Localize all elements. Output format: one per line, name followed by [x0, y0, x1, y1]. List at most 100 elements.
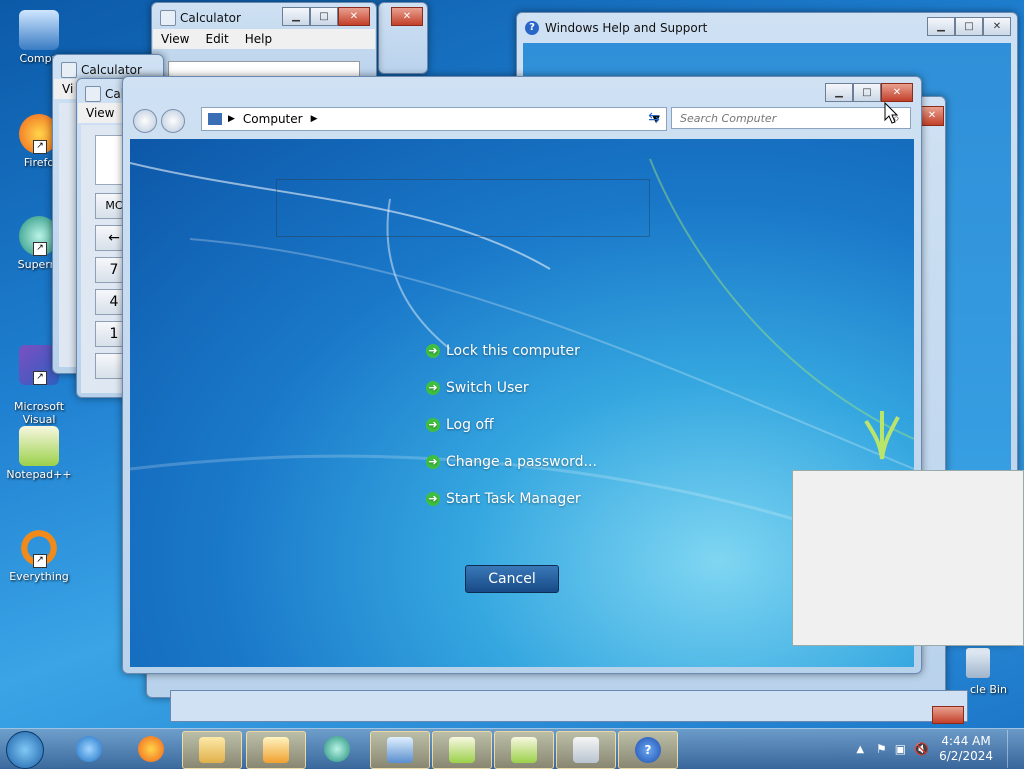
mouse-cursor-icon: [884, 102, 898, 124]
close-button[interactable]: ✕: [391, 7, 423, 26]
caption-buttons: ▁ □ ✕: [825, 83, 913, 102]
option-label: Start Task Manager: [446, 491, 581, 507]
supermium-icon: [324, 736, 350, 762]
help-icon: ?: [635, 737, 661, 763]
minimize-button[interactable]: ▁: [282, 7, 310, 26]
computer-icon: [19, 10, 59, 50]
taskbar-calculator[interactable]: [556, 731, 616, 769]
firefox-icon: [138, 736, 164, 762]
desktop-icon-label: Everything: [9, 570, 69, 583]
taskbar-notepadpp-2[interactable]: [494, 731, 554, 769]
close-button[interactable]: [932, 706, 964, 724]
calculator-window[interactable]: Calculator ▁ □ ✕ View Edit Help: [151, 2, 377, 84]
change-password-option[interactable]: ➜ Change a password...: [426, 454, 597, 470]
plant-logo: [862, 401, 902, 461]
user-tile-placeholder: [276, 179, 650, 237]
option-label: Switch User: [446, 380, 529, 396]
taskbar-firefox[interactable]: [122, 731, 180, 767]
option-label: Lock this computer: [446, 343, 580, 359]
background-window[interactable]: [170, 690, 968, 722]
menu-view[interactable]: View: [153, 32, 197, 46]
close-button[interactable]: ✕: [881, 83, 913, 102]
menu-help[interactable]: Help: [237, 32, 280, 46]
breadcrumb-arrow-icon[interactable]: ▶: [311, 114, 318, 124]
notepadpp-icon: [449, 737, 475, 763]
taskbar-ie[interactable]: [60, 731, 118, 767]
help-icon: ?: [525, 21, 539, 35]
close-button[interactable]: ✕: [338, 7, 370, 26]
close-button[interactable]: ✕: [983, 17, 1011, 36]
system-tray: ▲ ⚑ ▣ 🔇 4:44 AM 6/2/2024: [856, 729, 1018, 769]
option-label: Change a password...: [446, 454, 597, 470]
menu-view[interactable]: View: [78, 106, 122, 120]
desktop-icon-label: Notepad++: [6, 468, 72, 481]
arrow-right-icon: ➜: [426, 381, 440, 395]
internet-explorer-icon: [76, 736, 102, 762]
caption-buttons: ▁ □ ✕: [282, 7, 370, 26]
cancel-button[interactable]: Cancel: [465, 565, 559, 593]
minimize-button[interactable]: ▁: [927, 17, 955, 36]
background-window[interactable]: ✕: [378, 2, 428, 74]
arrow-right-icon: ➜: [426, 455, 440, 469]
log-off-option[interactable]: ➜ Log off: [426, 417, 494, 433]
back-button[interactable]: [133, 109, 157, 133]
calculator-icon: [160, 10, 176, 26]
show-hidden-icons-icon[interactable]: ▲: [856, 744, 864, 755]
start-button[interactable]: [6, 731, 44, 769]
close-button[interactable]: ✕: [920, 106, 944, 126]
computer-icon: [208, 113, 222, 125]
taskbar-explorer[interactable]: [182, 731, 242, 769]
network-icon[interactable]: ▣: [895, 742, 906, 756]
window-title: Calculator: [81, 63, 142, 77]
refresh-icon[interactable]: ⇆: [643, 107, 665, 129]
calculator-icon: [61, 62, 77, 78]
menu-edit[interactable]: Edit: [197, 32, 236, 46]
desktop-icon-everything[interactable]: ↗ Everything: [4, 528, 74, 583]
taskbar-help[interactable]: ?: [618, 731, 678, 769]
task-manager-option[interactable]: ➜ Start Task Manager: [426, 491, 581, 507]
search-input[interactable]: Search Computer: [671, 107, 911, 129]
breadcrumb-arrow-icon[interactable]: ▶: [228, 114, 235, 124]
arrow-right-icon: ➜: [426, 418, 440, 432]
taskbar-supermium[interactable]: [308, 731, 366, 767]
control-panel-icon: [387, 737, 413, 763]
action-center-flag-icon[interactable]: ⚑: [876, 742, 887, 756]
folder-icon: [199, 737, 225, 763]
menu-bar: View Edit Help: [153, 29, 375, 49]
address-bar[interactable]: ▶ Computer ▶ ▼: [201, 107, 667, 131]
desktop-icon-notepadpp[interactable]: Notepad++: [4, 426, 74, 481]
minimize-button[interactable]: ▁: [825, 83, 853, 102]
notepadpp-icon: [511, 737, 537, 763]
caption-buttons: ▁ □ ✕: [927, 17, 1011, 36]
forward-button[interactable]: [161, 109, 185, 133]
maximize-button[interactable]: □: [955, 17, 983, 36]
arrow-right-icon: ➜: [426, 344, 440, 358]
window-title: Calculator: [180, 11, 241, 25]
recycle-bin-label: cle Bin: [970, 683, 1007, 696]
desktop-icon-label: Firefo: [23, 156, 55, 169]
option-label: Log off: [446, 417, 494, 433]
volume-muted-icon[interactable]: 🔇: [914, 742, 929, 756]
show-desktop-button[interactable]: [1007, 730, 1018, 768]
clock[interactable]: 4:44 AM 6/2/2024: [939, 734, 993, 764]
taskbar-notepadpp[interactable]: [432, 731, 492, 769]
media-player-icon: [263, 737, 289, 763]
caption-buttons: ✕: [391, 7, 423, 26]
maximize-button[interactable]: □: [853, 83, 881, 102]
clock-time: 4:44 AM: [941, 734, 991, 748]
window-title: Windows Help and Support: [545, 21, 708, 35]
everything-icon: ↗: [19, 528, 59, 568]
maximize-button[interactable]: □: [310, 7, 338, 26]
clock-date: 6/2/2024: [939, 749, 993, 763]
breadcrumb-computer[interactable]: Computer: [243, 112, 303, 126]
notepadpp-icon: [19, 426, 59, 466]
taskbar-media-player[interactable]: [246, 731, 306, 769]
taskbar: ? ▲ ⚑ ▣ 🔇 4:44 AM 6/2/2024: [0, 728, 1024, 769]
lock-computer-option[interactable]: ➜ Lock this computer: [426, 343, 580, 359]
calculator-icon: [85, 86, 101, 102]
recycle-bin-icon[interactable]: [966, 648, 990, 678]
arrow-right-icon: ➜: [426, 492, 440, 506]
taskbar-control-panel[interactable]: [370, 731, 430, 769]
blank-dialog[interactable]: [792, 470, 1024, 646]
switch-user-option[interactable]: ➜ Switch User: [426, 380, 529, 396]
